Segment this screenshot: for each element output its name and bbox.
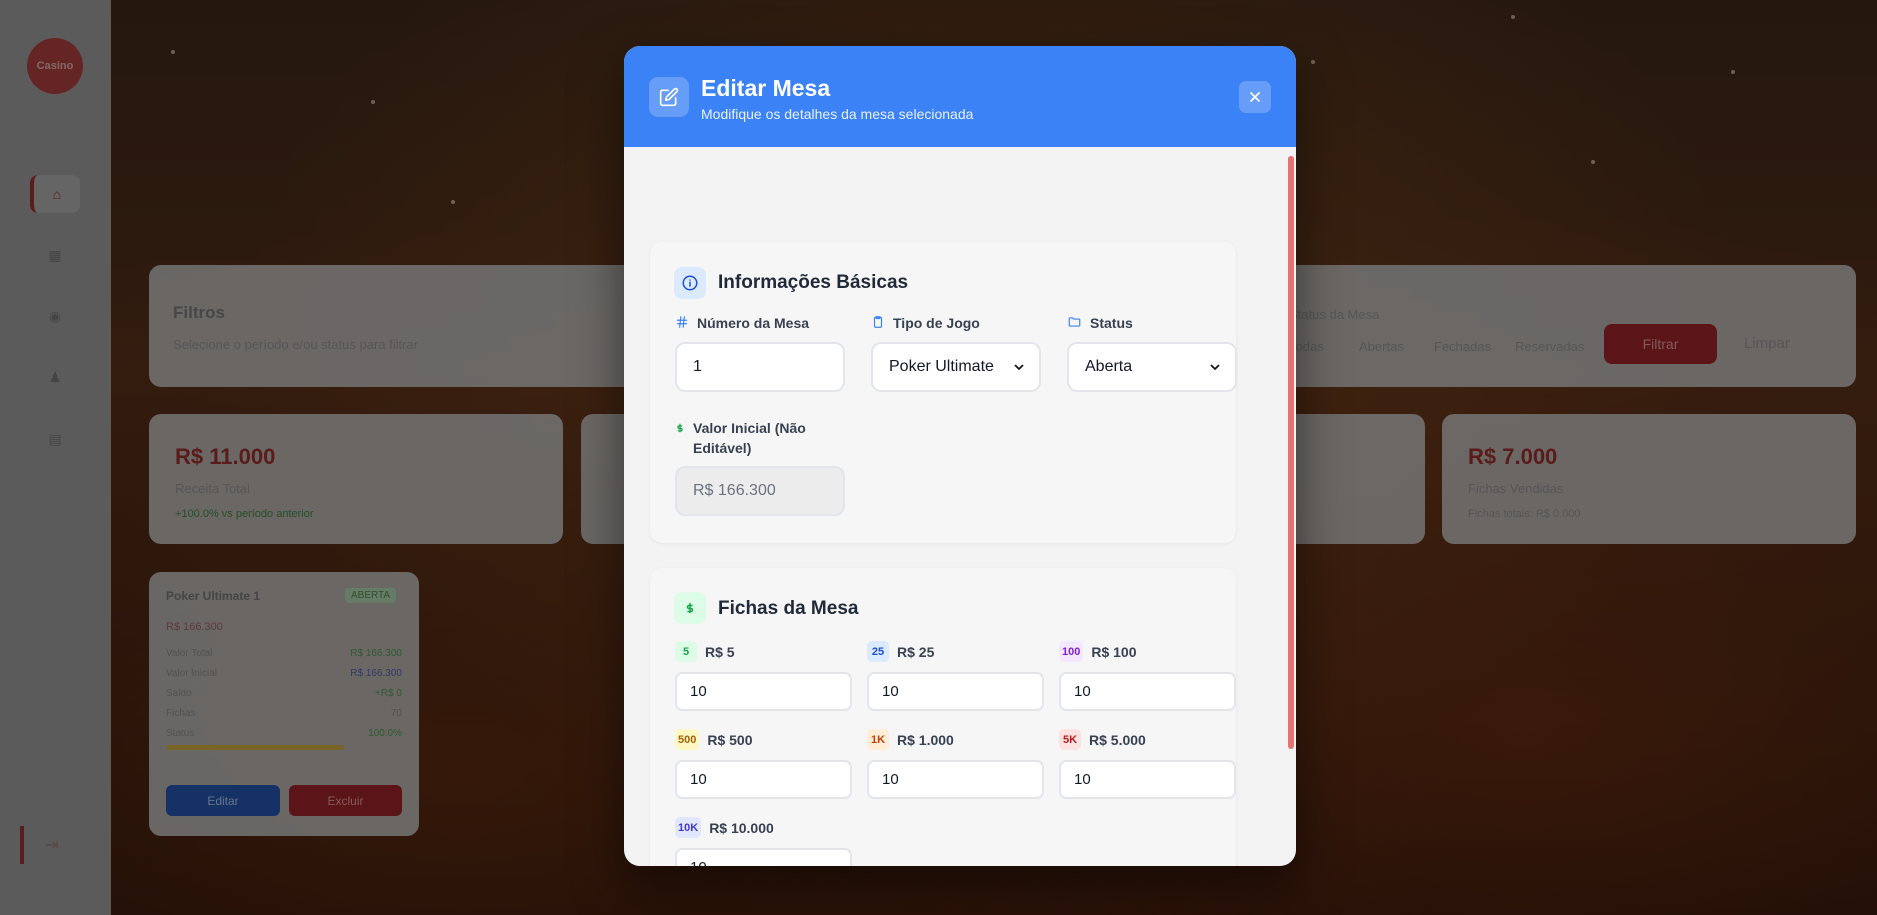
chip-badge: 25 [867, 641, 889, 662]
chip-label-text: R$ 10.000 [709, 819, 774, 836]
chip-input-1k[interactable]: 10 [867, 760, 1044, 799]
chip-badge: 1K [867, 729, 889, 750]
clipboard-icon [871, 315, 885, 329]
close-icon [1250, 92, 1260, 102]
chip-badge: 5 [675, 641, 697, 662]
chip-label-10k: 10K R$ 10.000 [675, 817, 774, 838]
chip-input-5[interactable]: 10 [675, 672, 852, 711]
chip-value: 10 [690, 771, 707, 788]
game-type-select[interactable]: Poker Ultimate [871, 342, 1041, 392]
chip-label-500: 500 R$ 500 [675, 729, 753, 750]
chip-label-text: R$ 5 [705, 643, 735, 660]
chevron-down-icon [1210, 364, 1220, 370]
table-number-label: Número da Mesa [675, 315, 809, 331]
modal-title: Editar Mesa [701, 75, 831, 101]
folder-icon [1067, 315, 1082, 329]
basic-info-title: Informações Básicas [718, 272, 909, 293]
game-type-value: Poker Ultimate [889, 358, 994, 375]
edit-icon [649, 77, 689, 117]
chip-input-10k[interactable]: 10 [675, 848, 852, 866]
dollar-icon [675, 422, 685, 434]
chip-value: 10 [1074, 683, 1091, 700]
chip-value: 10 [1074, 771, 1091, 788]
chip-label-25: 25 R$ 25 [867, 641, 934, 662]
chip-value: 10 [690, 683, 707, 700]
chip-label-100: 100 R$ 100 [1059, 641, 1137, 662]
chip-label-5k: 5K R$ 5.000 [1059, 729, 1146, 750]
basic-info-section: Informações Básicas Número da Mesa 1 Tip… [650, 242, 1237, 543]
chip-label-text: R$ 5.000 [1089, 731, 1146, 748]
modal-body[interactable]: Informações Básicas Número da Mesa 1 Tip… [624, 147, 1296, 866]
initial-value-label: Valor Inicial (Não Editável) [675, 418, 845, 458]
initial-value-input: R$ 166.300 [675, 466, 845, 516]
info-icon [674, 267, 706, 299]
chip-label-text: R$ 100 [1091, 643, 1137, 660]
table-number-label-text: Número da Mesa [697, 315, 810, 331]
chip-input-25[interactable]: 10 [867, 672, 1044, 711]
chips-section: Fichas da Mesa 5 R$ 5 10 25 R$ 25 10 100 R$… [650, 568, 1236, 866]
edit-table-modal: Editar Mesa Modifique os detalhes da mes… [624, 46, 1296, 866]
chip-value: 10 [882, 683, 899, 700]
chip-label-5: 5 R$ 5 [675, 641, 735, 662]
chip-badge: 5K [1059, 729, 1081, 750]
table-number-input[interactable]: 1 [675, 342, 845, 392]
game-type-label-text: Tipo de Jogo [893, 315, 980, 331]
chip-label-text: R$ 1.000 [897, 731, 954, 748]
chip-label-text: R$ 500 [707, 731, 753, 748]
chip-badge: 100 [1059, 641, 1084, 662]
chip-input-500[interactable]: 10 [675, 760, 852, 799]
game-type-label: Tipo de Jogo [871, 315, 980, 331]
table-number-value: 1 [693, 358, 702, 375]
chip-input-100[interactable]: 10 [1059, 672, 1236, 711]
chip-label-text: R$ 25 [897, 643, 935, 660]
chip-badge: 10K [675, 817, 702, 838]
hash-icon [675, 315, 689, 329]
status-label: Status [1067, 315, 1133, 331]
chevron-down-icon [1014, 364, 1024, 370]
modal-header: Editar Mesa Modifique os detalhes da mes… [624, 46, 1296, 147]
chip-badge: 500 [675, 729, 700, 750]
modal-scrollbar[interactable] [1288, 156, 1294, 749]
chip-value: 10 [690, 859, 707, 866]
chip-label-1k: 1K R$ 1.000 [867, 729, 954, 750]
initial-value: R$ 166.300 [693, 482, 776, 499]
chip-input-5k[interactable]: 10 [1059, 760, 1236, 799]
status-value: Aberta [1085, 358, 1133, 375]
status-label-text: Status [1090, 315, 1133, 331]
modal-subtitle: Modifique os detalhes da mesa selecionad… [701, 106, 974, 122]
status-select[interactable]: Aberta [1067, 342, 1237, 392]
initial-value-label-text: Valor Inicial (Não Editável) [693, 420, 806, 456]
chip-value: 10 [882, 771, 899, 788]
money-icon [674, 592, 706, 624]
close-button[interactable] [1239, 81, 1271, 113]
chips-title: Fichas da Mesa [718, 598, 859, 619]
